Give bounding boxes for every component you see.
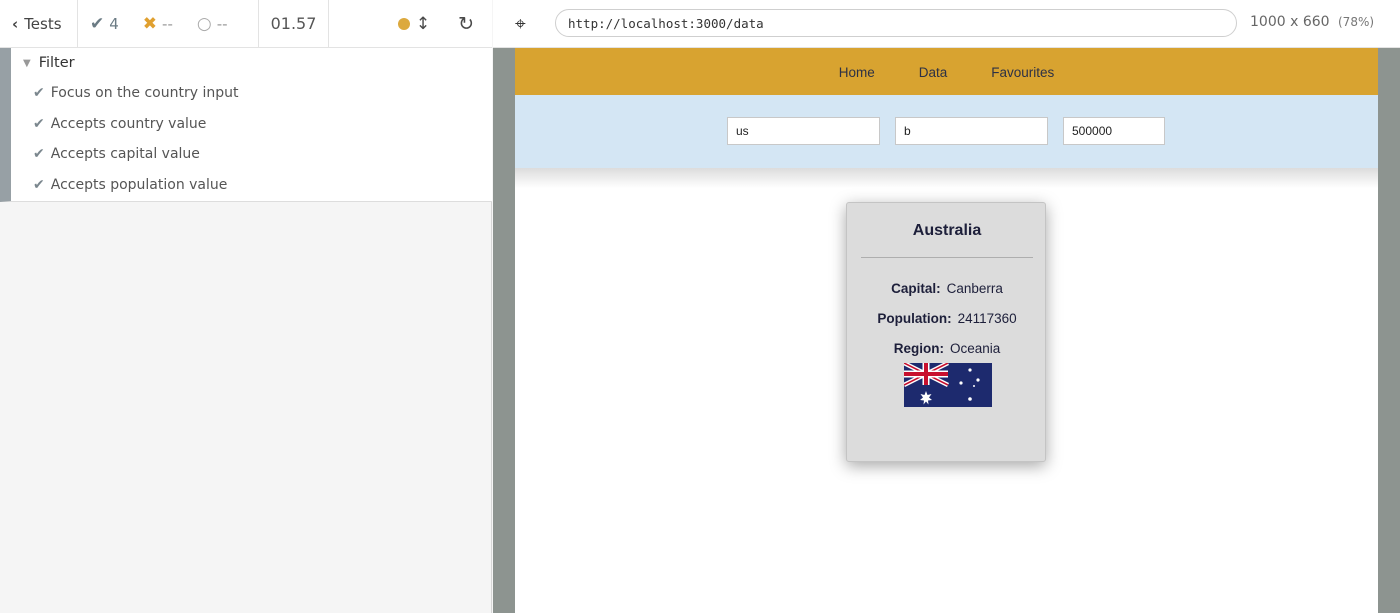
capital-row: Capital: Canberra xyxy=(847,281,1047,296)
triangle-down-icon: ▼ xyxy=(23,57,31,69)
viewport-zoom: (78%) xyxy=(1338,15,1375,29)
australia-flag-image xyxy=(904,363,992,407)
test-item[interactable]: ✔ Accepts country value xyxy=(33,116,206,132)
reload-icon[interactable]: ↻ xyxy=(458,13,474,35)
failed-stat[interactable]: ✖ -- xyxy=(143,14,173,34)
region-row: Region: Oceania xyxy=(847,341,1047,356)
test-item[interactable]: ✔ Accepts capital value xyxy=(33,146,200,162)
test-stats: ✔ 4 ✖ -- ○ -- xyxy=(78,0,259,47)
viewport-size: 1000 x 660 xyxy=(1250,14,1330,30)
population-input[interactable]: 500000 xyxy=(1063,117,1165,145)
nav-data[interactable]: Data xyxy=(919,65,948,80)
test-label: Accepts population value xyxy=(50,177,228,193)
aut-header: ⌖ http://localhost:3000/data 1000 x 660 … xyxy=(493,0,1400,48)
tests-back-button[interactable]: ‹ Tests xyxy=(0,0,78,47)
failed-count: -- xyxy=(162,14,173,33)
test-reporter: ‹ Tests ✔ 4 ✖ -- ○ -- 01.57 ↕ ↻ ▼ Filter… xyxy=(0,0,492,613)
check-icon: ✔ xyxy=(33,146,45,162)
viewport-info: 1000 x 660 (78%) xyxy=(1250,14,1374,30)
card-divider xyxy=(861,257,1033,258)
passed-stat[interactable]: ✔ 4 xyxy=(90,14,119,34)
filter-bar: us b 500000 xyxy=(515,95,1378,168)
nav-home[interactable]: Home xyxy=(839,65,875,80)
navbar: Home Data Favourites xyxy=(515,48,1378,95)
run-controls: ↕ ↻ xyxy=(329,0,492,47)
test-item[interactable]: ✔ Accepts population value xyxy=(33,177,227,193)
reporter-header: ‹ Tests ✔ 4 ✖ -- ○ -- 01.57 ↕ ↻ xyxy=(0,0,492,48)
nav-favourites[interactable]: Favourites xyxy=(991,65,1054,80)
population-row: Population: 24117360 xyxy=(847,311,1047,326)
filter-shadow xyxy=(515,168,1378,188)
duration: 01.57 xyxy=(259,0,329,47)
capital-value: Canberra xyxy=(946,281,1003,296)
capital-label: Capital: xyxy=(891,281,941,296)
region-value: Oceania xyxy=(949,341,1001,356)
test-label: Accepts capital value xyxy=(50,146,200,162)
country-name: Australia xyxy=(912,222,982,239)
pending-stat[interactable]: ○ -- xyxy=(197,14,228,34)
spinner-icon: ○ xyxy=(196,13,212,34)
url-bar[interactable]: http://localhost:3000/data xyxy=(555,9,1237,37)
tests-label: Tests xyxy=(24,14,62,33)
crosshair-icon[interactable]: ⌖ xyxy=(515,13,526,35)
region-label: Region: xyxy=(893,341,944,356)
test-label: Focus on the country input xyxy=(50,85,239,101)
capital-input[interactable]: b xyxy=(895,117,1048,145)
population-label: Population: xyxy=(877,311,952,326)
app-frame: Home Data Favourites us b 500000 Austral… xyxy=(515,48,1378,613)
test-item[interactable]: ✔ Focus on the country input xyxy=(33,85,238,101)
country-card[interactable]: Australia Capital: Canberra Population: 24… xyxy=(846,202,1046,462)
chevron-left-icon: ‹ xyxy=(12,14,19,33)
suite-title[interactable]: ▼ Filter xyxy=(23,55,75,71)
country-input[interactable]: us xyxy=(727,117,880,145)
test-suite: ▼ Filter ✔ Focus on the country input ✔ … xyxy=(0,48,492,202)
check-icon: ✔ xyxy=(33,85,45,101)
resize-icon[interactable]: ↕ xyxy=(416,14,430,34)
check-icon: ✔ xyxy=(33,116,45,132)
x-icon: ✖ xyxy=(142,13,158,34)
population-value: 24117360 xyxy=(957,311,1017,326)
passed-count: 4 xyxy=(109,14,119,33)
check-icon: ✔ xyxy=(90,13,105,34)
running-dot-icon xyxy=(397,17,410,30)
test-label: Accepts country value xyxy=(50,116,207,132)
pending-count: -- xyxy=(216,14,228,33)
suite-title-label: Filter xyxy=(38,55,75,71)
check-icon: ✔ xyxy=(33,177,45,193)
